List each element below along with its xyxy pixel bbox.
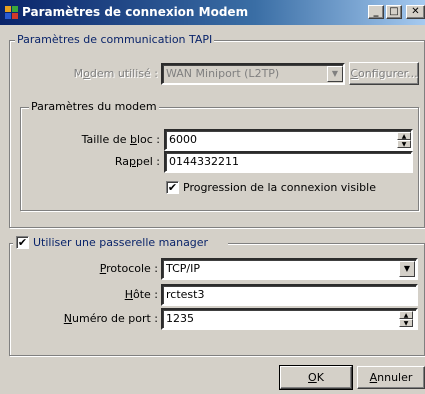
app-icon — [5, 6, 18, 19]
block-size-value: 6000 — [169, 133, 197, 146]
port-value: 1235 — [166, 312, 194, 325]
block-size-field[interactable]: 6000 — [164, 129, 413, 151]
check-icon: ✔ — [17, 236, 28, 249]
configure-button[interactable]: Configurer... — [349, 62, 419, 85]
host-label: Hôte : — [124, 288, 158, 301]
close-icon: ✕ — [411, 6, 420, 17]
modem-dropdown-arrow-icon[interactable]: ▼ — [327, 66, 343, 82]
callback-value: 0144332211 — [169, 155, 239, 168]
modem-group-legend: Paramètres du modem — [29, 100, 159, 113]
protocol-select[interactable]: TCP/IP — [161, 258, 418, 280]
title-bar[interactable]: Paramètres de connexion Modem _ □ ✕ — [0, 0, 425, 25]
maximize-icon: □ — [389, 6, 399, 17]
modem-select[interactable]: WAN Miniport (L2TP) — [161, 63, 345, 85]
close-button[interactable]: ✕ — [406, 5, 425, 19]
check-icon: ✔ — [167, 181, 178, 194]
spin-down-icon[interactable]: ▼ — [399, 319, 413, 327]
progress-checkbox[interactable]: ✔ — [166, 181, 179, 194]
ok-button[interactable]: OK — [279, 365, 353, 390]
window-title: Paramètres de connexion Modem — [22, 5, 249, 19]
cancel-button[interactable]: Annuler — [357, 366, 425, 389]
block-size-spinner[interactable]: ▲ ▼ — [397, 132, 411, 148]
minimize-icon: _ — [373, 6, 379, 17]
callback-field[interactable]: 0144332211 — [164, 151, 413, 173]
manager-group-legend[interactable]: Utiliser une passerelle manager — [31, 236, 211, 249]
port-label: Numéro de port : — [63, 312, 158, 325]
spin-down-icon[interactable]: ▼ — [397, 140, 411, 148]
maximize-button[interactable]: □ — [386, 5, 402, 19]
minimize-button[interactable]: _ — [368, 5, 384, 19]
modem-label: Modem utilisé : — [73, 67, 158, 80]
block-size-label: Taille de bloc : — [81, 133, 160, 146]
host-value: rctest3 — [166, 288, 205, 301]
callback-label: Rappel : — [114, 155, 160, 168]
host-field[interactable]: rctest3 — [161, 284, 418, 306]
protocol-value: TCP/IP — [166, 262, 200, 275]
progress-label[interactable]: Progression de la connexion visible — [183, 181, 376, 194]
spin-up-icon[interactable]: ▲ — [399, 311, 413, 319]
port-field[interactable]: 1235 — [161, 308, 418, 330]
protocol-label: Protocole : — [99, 262, 158, 275]
spin-up-icon[interactable]: ▲ — [397, 132, 411, 140]
port-spinner[interactable]: ▲ ▼ — [399, 311, 413, 327]
modem-select-value: WAN Miniport (L2TP) — [166, 67, 280, 80]
manager-checkbox[interactable]: ✔ — [16, 236, 29, 249]
tapi-group-legend: Paramètres de communication TAPI — [15, 33, 215, 46]
protocol-dropdown-arrow-icon[interactable]: ▼ — [399, 261, 415, 277]
